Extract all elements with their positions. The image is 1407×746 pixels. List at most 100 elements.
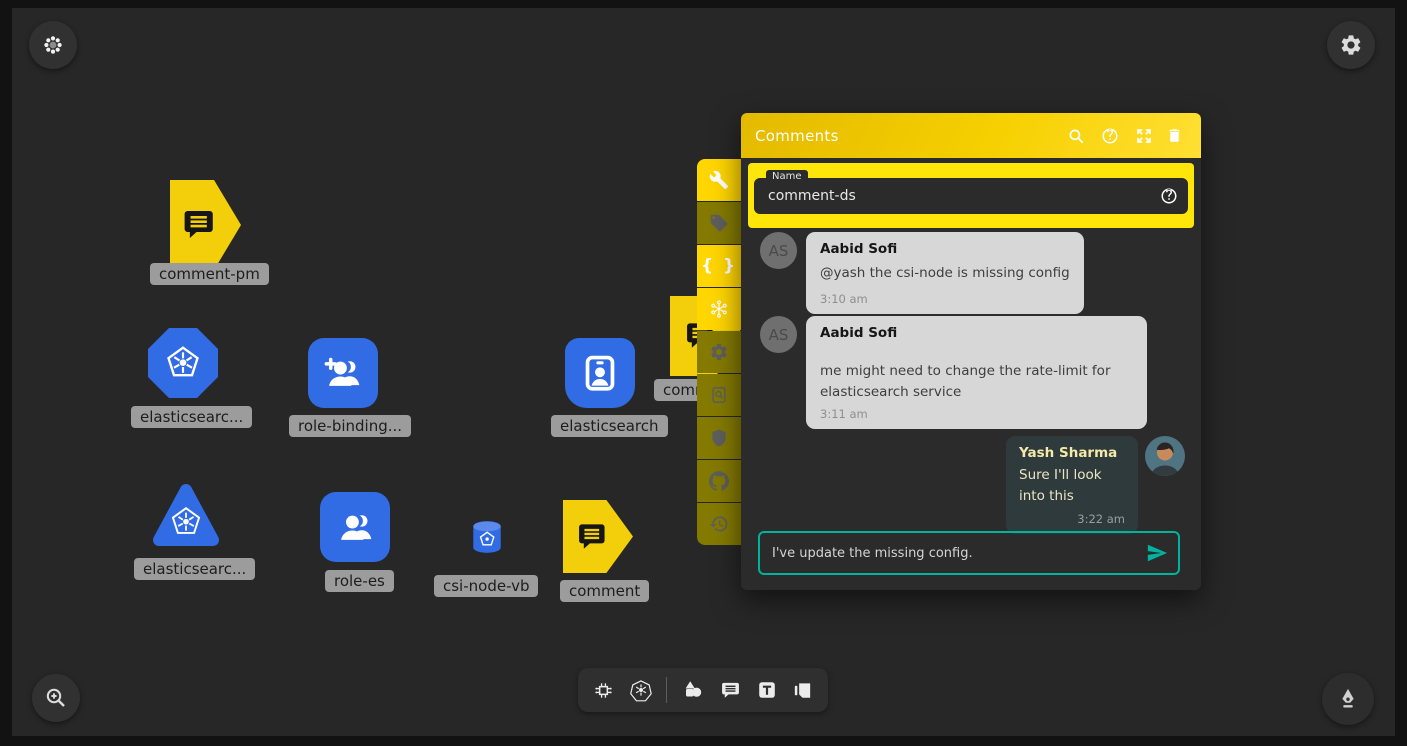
send-comment-button[interactable] <box>1146 542 1168 564</box>
role-icon <box>333 505 377 549</box>
component-icon <box>592 679 615 702</box>
name-field-section: Name <box>748 163 1194 228</box>
message-text: Sure I'll look into this <box>1019 465 1125 507</box>
app-logo-button[interactable] <box>29 21 77 69</box>
message-time: 3:10 am <box>820 292 1070 306</box>
name-input[interactable] <box>754 188 1160 204</box>
zoom-in-button[interactable] <box>32 674 80 722</box>
node-label: elasticsearch <box>551 415 668 437</box>
message-bubble: Aabid Sofi @yash the csi-node is missing… <box>806 232 1084 314</box>
comments-panel: Comments Name AS Aabid Sofi <box>741 113 1201 590</box>
service-account-icon <box>578 351 622 395</box>
node-action-toolbar: { } <box>697 159 741 545</box>
security-button[interactable] <box>697 417 741 459</box>
message-time: 3:22 am <box>1019 512 1125 526</box>
panel-title: Comments <box>755 127 1059 145</box>
node-role-binding[interactable] <box>308 338 378 408</box>
role-binding-icon <box>321 351 365 395</box>
canvas-tools-toolbar <box>578 668 828 712</box>
comment-message: AS Aabid Sofi @yash the csi-node is miss… <box>760 232 1084 314</box>
comment-glyph-icon <box>574 518 612 556</box>
meshery-flower-icon <box>41 33 65 57</box>
text-icon <box>756 679 778 701</box>
resource-settings-button[interactable] <box>697 331 741 373</box>
node-elasticsearch-octagon[interactable] <box>148 328 218 398</box>
comment-input[interactable] <box>760 546 1146 561</box>
inspect-button[interactable] <box>697 374 741 416</box>
node-elasticsearch-triangle[interactable] <box>150 480 222 552</box>
comments-panel-header[interactable]: Comments <box>741 113 1201 158</box>
search-icon <box>1067 127 1085 145</box>
gear-icon <box>1339 33 1363 57</box>
wrench-icon <box>709 170 729 190</box>
node-csi-node-vb[interactable] <box>468 518 506 556</box>
tag-button[interactable] <box>697 202 741 244</box>
shield-icon <box>709 428 729 448</box>
avatar-photo <box>1145 436 1185 476</box>
user-photo <box>1145 436 1185 476</box>
expand-panel-button[interactable] <box>1127 127 1161 145</box>
freehand-draw-button[interactable] <box>1322 673 1374 725</box>
tag-icon <box>709 213 729 233</box>
comment-icon <box>719 679 742 702</box>
add-text-button[interactable] <box>756 679 778 701</box>
node-label: elasticsearc... <box>131 406 252 428</box>
comment-message: Yash Sharma Sure I'll look into this 3:2… <box>1006 436 1185 534</box>
node-label: role-binding... <box>289 415 411 437</box>
message-bubble: Aabid Sofi me might need to change the r… <box>806 316 1147 429</box>
message-author: Aabid Sofi <box>820 241 1070 257</box>
add-component-button[interactable] <box>592 679 615 702</box>
search-comments-button[interactable] <box>1059 127 1093 145</box>
name-field[interactable]: Name <box>754 178 1188 214</box>
node-label: comment-pm <box>150 263 269 285</box>
configure-button[interactable] <box>697 159 741 201</box>
message-text: @yash the csi-node is missing config <box>820 263 1070 284</box>
shapes-icon <box>681 678 705 702</box>
avatar: AS <box>760 316 797 353</box>
github-button[interactable] <box>697 460 741 502</box>
kubernetes-icon <box>629 678 653 702</box>
message-time: 3:11 am <box>820 407 1133 421</box>
help-icon <box>1101 127 1119 145</box>
avatar: AS <box>760 232 797 269</box>
message-author: Yash Sharma <box>1019 445 1125 461</box>
add-comment-button[interactable] <box>719 679 742 702</box>
kubernetes-icon <box>163 343 203 383</box>
history-icon <box>709 514 729 534</box>
doc-search-icon <box>709 385 729 405</box>
node-role-es[interactable] <box>320 492 390 562</box>
node-label: comment <box>560 580 649 602</box>
hub-button[interactable] <box>697 288 741 330</box>
add-shape-button[interactable] <box>681 678 705 702</box>
storage-cylinder-icon <box>468 518 506 556</box>
comment-message: AS Aabid Sofi me might need to change th… <box>760 316 1147 429</box>
node-elasticsearch-serviceaccount[interactable] <box>565 338 635 408</box>
node-label: role-es <box>325 570 394 592</box>
name-field-label: Name <box>766 170 808 183</box>
github-icon <box>709 471 729 491</box>
comment-composer[interactable] <box>758 531 1180 575</box>
trash-icon <box>1166 127 1183 144</box>
panel-help-button[interactable] <box>1093 127 1127 145</box>
braces-icon: { } <box>701 256 737 276</box>
message-author: Aabid Sofi <box>820 325 1133 341</box>
expand-icon <box>1135 127 1153 145</box>
send-icon <box>1146 542 1168 564</box>
history-button[interactable] <box>697 503 741 545</box>
name-help-button[interactable] <box>1160 187 1178 205</box>
delete-node-button[interactable] <box>1161 127 1187 144</box>
add-image-button[interactable] <box>791 679 814 702</box>
node-label: csi-node-vb <box>434 575 538 597</box>
message-bubble: Yash Sharma Sure I'll look into this 3:2… <box>1006 436 1138 534</box>
zoom-in-icon <box>44 686 68 710</box>
settings-button[interactable] <box>1327 21 1375 69</box>
image-icon <box>791 679 814 702</box>
hub-icon <box>708 298 730 320</box>
add-kubernetes-button[interactable] <box>629 678 653 702</box>
gear-icon <box>709 342 729 362</box>
node-label: elasticsearc... <box>134 558 255 580</box>
toolbar-divider <box>666 677 667 703</box>
pen-nib-icon <box>1335 686 1361 712</box>
help-icon <box>1160 187 1178 205</box>
json-config-button[interactable]: { } <box>697 245 741 287</box>
